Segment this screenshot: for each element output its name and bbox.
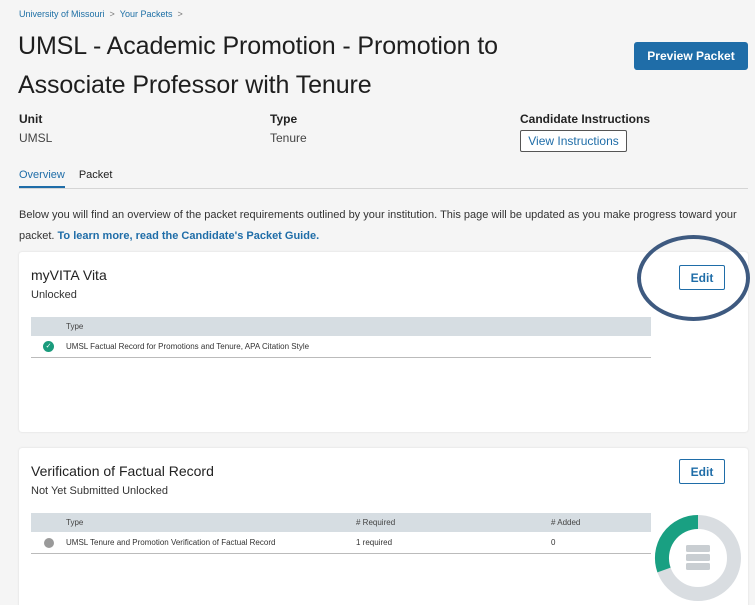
verification-edit-button[interactable]: Edit	[679, 459, 725, 484]
tab-packet[interactable]: Packet	[79, 169, 113, 188]
tab-overview[interactable]: Overview	[19, 169, 65, 188]
table-row[interactable]: UMSL Tenure and Promotion Verification o…	[31, 532, 651, 554]
unit-label: Unit	[19, 112, 43, 126]
row-added: 0	[551, 538, 556, 547]
row-type: UMSL Tenure and Promotion Verification o…	[66, 538, 276, 547]
intro-paragraph: Below you will find an overview of the p…	[19, 205, 751, 247]
unit-field: Unit UMSL	[19, 112, 52, 145]
vita-card: myVITA Vita Unlocked Edit Type ✓ UMSL Fa…	[19, 252, 748, 432]
vita-card-status: Unlocked	[31, 289, 77, 301]
column-header-type: Type	[66, 518, 84, 527]
column-header-required: # Required	[356, 518, 396, 527]
table-header: Type # Required # Added	[31, 513, 651, 532]
server-icon	[686, 545, 710, 570]
verification-card: Verification of Factual Record Not Yet S…	[19, 448, 748, 605]
progress-donut-chart	[655, 514, 741, 601]
tab-bar: Overview Packet	[19, 169, 748, 189]
unit-value: UMSL	[19, 131, 53, 145]
type-field: Type Tenure	[270, 112, 307, 145]
packet-guide-link[interactable]: To learn more, read the Candidate's Pack…	[58, 230, 320, 242]
table-header: Type	[31, 317, 651, 336]
type-label: Type	[270, 112, 298, 126]
column-header-added: # Added	[551, 518, 581, 527]
verification-table: Type # Required # Added UMSL Tenure and …	[31, 513, 651, 554]
view-instructions-button[interactable]: View Instructions	[520, 130, 627, 152]
gray-dot-icon	[43, 537, 54, 548]
instructions-field: Candidate Instructions View Instructions	[520, 112, 650, 152]
breadcrumb-separator: >	[177, 9, 183, 19]
vita-card-title: myVITA Vita	[31, 267, 107, 283]
verification-card-title: Verification of Factual Record	[31, 463, 214, 479]
preview-packet-button[interactable]: Preview Packet	[634, 42, 748, 70]
instructions-label: Candidate Instructions	[520, 112, 651, 126]
check-circle-icon: ✓	[43, 341, 54, 352]
breadcrumb: University of Missouri > Your Packets >	[19, 9, 183, 19]
vita-edit-button[interactable]: Edit	[679, 265, 725, 290]
verification-card-status: Not Yet Submitted Unlocked	[31, 485, 168, 497]
page-title: UMSL - Academic Promotion - Promotion to…	[18, 32, 498, 99]
breadcrumb-separator: >	[109, 9, 115, 19]
breadcrumb-link-university[interactable]: University of Missouri	[19, 9, 105, 19]
breadcrumb-link-your-packets[interactable]: Your Packets	[120, 9, 173, 19]
column-header-type: Type	[66, 322, 84, 331]
row-type: UMSL Factual Record for Promotions and T…	[66, 342, 310, 351]
table-row[interactable]: ✓ UMSL Factual Record for Promotions and…	[31, 336, 651, 358]
type-value: Tenure	[270, 131, 307, 145]
vita-table: Type ✓ UMSL Factual Record for Promotion…	[31, 317, 651, 358]
row-required: 1 required	[356, 538, 393, 547]
